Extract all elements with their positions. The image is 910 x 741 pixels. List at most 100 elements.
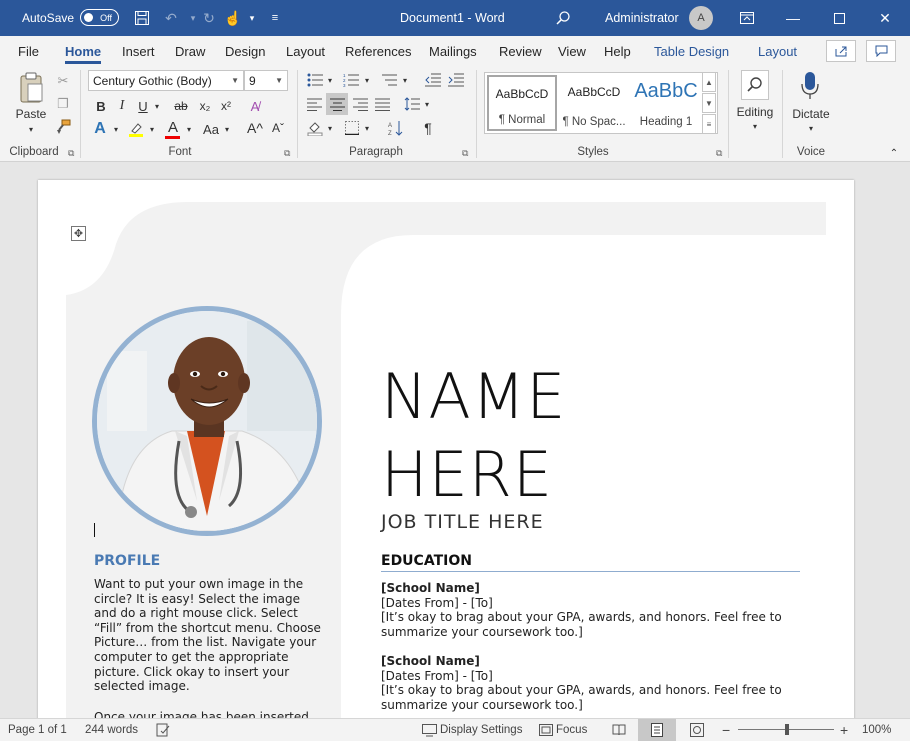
align-left-icon[interactable] <box>304 94 324 114</box>
profile-text[interactable]: Want to put your own image in the circle… <box>94 577 324 694</box>
tab-help[interactable]: Help <box>604 36 631 66</box>
increase-indent-icon[interactable] <box>446 70 466 90</box>
font-color-dropdown-icon[interactable]: ▾ <box>184 119 194 139</box>
line-spacing-icon[interactable] <box>402 94 422 114</box>
underline-button[interactable]: U <box>134 96 152 116</box>
editing-button[interactable]: Editing <box>733 105 777 119</box>
close-icon[interactable]: ✕ <box>862 0 908 36</box>
shading-dropdown-icon[interactable]: ▾ <box>325 118 335 138</box>
style-normal[interactable]: AaBbCcD ¶ Normal <box>487 75 557 131</box>
profile-photo[interactable] <box>92 306 322 536</box>
format-painter-icon[interactable] <box>54 118 72 136</box>
display-settings-icon[interactable] <box>422 719 437 741</box>
tab-layout[interactable]: Layout <box>286 36 325 66</box>
editing-dropdown-icon[interactable]: ▾ <box>749 121 761 131</box>
share-button[interactable] <box>826 40 856 62</box>
tab-table-design[interactable]: Table Design <box>654 36 729 66</box>
document-page[interactable]: ✥ PROFILE Want to put your own image in … <box>38 180 854 718</box>
highlight-icon[interactable] <box>126 119 146 139</box>
change-case-icon[interactable]: Aa <box>200 119 222 139</box>
multilevel-dropdown-icon[interactable]: ▾ <box>400 70 410 90</box>
paste-icon[interactable] <box>14 70 48 106</box>
styles-launcher-icon[interactable]: ⧉ <box>716 148 722 159</box>
paste-dropdown-icon[interactable]: ▾ <box>24 124 38 134</box>
superscript-button[interactable]: x² <box>217 96 235 116</box>
tab-file[interactable]: File <box>18 36 39 66</box>
job-title[interactable]: JOB TITLE HERE <box>381 511 544 533</box>
multilevel-list-icon[interactable] <box>378 70 400 90</box>
tab-review[interactable]: Review <box>499 36 542 66</box>
styles-scroll-down-icon[interactable]: ▼ <box>702 93 716 113</box>
microphone-icon[interactable] <box>798 70 822 102</box>
tab-table-layout[interactable]: Layout <box>758 36 797 66</box>
comments-button[interactable] <box>866 40 896 62</box>
tab-draw[interactable]: Draw <box>175 36 205 66</box>
find-icon[interactable] <box>741 70 769 100</box>
tab-insert[interactable]: Insert <box>122 36 155 66</box>
show-marks-icon[interactable]: ¶ <box>418 118 438 138</box>
tab-design[interactable]: Design <box>225 36 265 66</box>
user-avatar[interactable]: A <box>689 6 713 30</box>
strikethrough-button[interactable]: ab <box>170 96 192 116</box>
name-heading[interactable]: NAME HERE <box>381 358 566 514</box>
justify-icon[interactable] <box>372 94 392 114</box>
print-layout-icon[interactable] <box>638 719 676 741</box>
ribbon-display-options-icon[interactable] <box>724 0 770 36</box>
italic-button[interactable]: I <box>113 96 131 116</box>
shading-icon[interactable] <box>305 118 325 138</box>
borders-icon[interactable] <box>342 118 362 138</box>
dictate-dropdown-icon[interactable]: ▾ <box>805 123 817 133</box>
focus-button[interactable]: Focus <box>556 719 587 741</box>
copy-icon[interactable]: ❐ <box>54 95 72 113</box>
save-icon[interactable] <box>131 0 153 36</box>
numbering-icon[interactable]: 123 <box>340 70 362 90</box>
style-no-spacing[interactable]: AaBbCcD ¶ No Spac... <box>559 75 629 131</box>
web-layout-icon[interactable] <box>688 719 706 741</box>
align-center-icon[interactable] <box>326 93 348 115</box>
font-name-dropdown[interactable]: Century Gothic (Body) ▼ <box>88 70 244 91</box>
focus-icon[interactable] <box>539 719 553 741</box>
collapse-ribbon-icon[interactable]: ⌃ <box>886 146 902 160</box>
redo-icon[interactable]: ↻ <box>198 0 220 36</box>
dictate-button[interactable]: Dictate <box>788 107 834 121</box>
style-heading-1[interactable]: AaBbC Heading 1 <box>631 75 701 131</box>
proofing-icon[interactable] <box>156 719 170 741</box>
tab-view[interactable]: View <box>558 36 586 66</box>
tab-home[interactable]: Home <box>65 36 102 66</box>
search-icon[interactable] <box>552 0 574 36</box>
profile-heading[interactable]: PROFILE <box>94 553 160 569</box>
styles-scroll-up-icon[interactable]: ▲ <box>702 72 716 92</box>
change-case-dropdown-icon[interactable]: ▾ <box>222 119 232 139</box>
read-mode-icon[interactable] <box>610 719 628 741</box>
highlight-dropdown-icon[interactable]: ▾ <box>147 119 157 139</box>
word-count[interactable]: 244 words <box>85 719 138 741</box>
font-launcher-icon[interactable]: ⧉ <box>284 148 290 159</box>
zoom-level[interactable]: 100% <box>862 719 891 741</box>
tab-mailings[interactable]: Mailings <box>429 36 477 66</box>
borders-dropdown-icon[interactable]: ▾ <box>362 118 372 138</box>
table-move-handle-icon[interactable]: ✥ <box>71 226 86 241</box>
touch-dropdown-icon[interactable]: ▾ <box>241 0 263 36</box>
education-entry[interactable]: [School Name] [Dates From] - [To] [It’s … <box>381 654 801 712</box>
zoom-in-button[interactable]: + <box>840 719 848 741</box>
clear-formatting-icon[interactable]: A̸ <box>245 96 265 116</box>
user-name[interactable]: Administrator <box>605 0 679 36</box>
align-right-icon[interactable] <box>350 94 370 114</box>
page-count[interactable]: Page 1 of 1 <box>8 719 67 741</box>
maximize-icon[interactable] <box>816 0 862 36</box>
education-entry[interactable]: [School Name] [Dates From] - [To] [It’s … <box>381 581 801 639</box>
undo-icon[interactable]: ↶ <box>160 0 182 36</box>
autosave-toggle[interactable]: Off <box>80 9 119 26</box>
bold-button[interactable]: B <box>92 96 110 116</box>
customize-qat-icon[interactable]: ≡ <box>264 0 286 36</box>
tab-references[interactable]: References <box>345 36 411 66</box>
font-color-icon[interactable]: A <box>163 117 183 137</box>
text-effects-dropdown-icon[interactable]: ▾ <box>111 119 121 139</box>
line-spacing-dropdown-icon[interactable]: ▾ <box>422 94 432 114</box>
bullets-icon[interactable] <box>304 70 326 90</box>
numbering-dropdown-icon[interactable]: ▾ <box>362 70 372 90</box>
underline-dropdown-icon[interactable]: ▾ <box>152 96 162 116</box>
cut-icon[interactable]: ✂ <box>54 72 72 90</box>
font-size-dropdown[interactable]: 9 ▼ <box>244 70 288 91</box>
profile-text-continued[interactable]: Once your image has been inserted <box>94 710 324 718</box>
